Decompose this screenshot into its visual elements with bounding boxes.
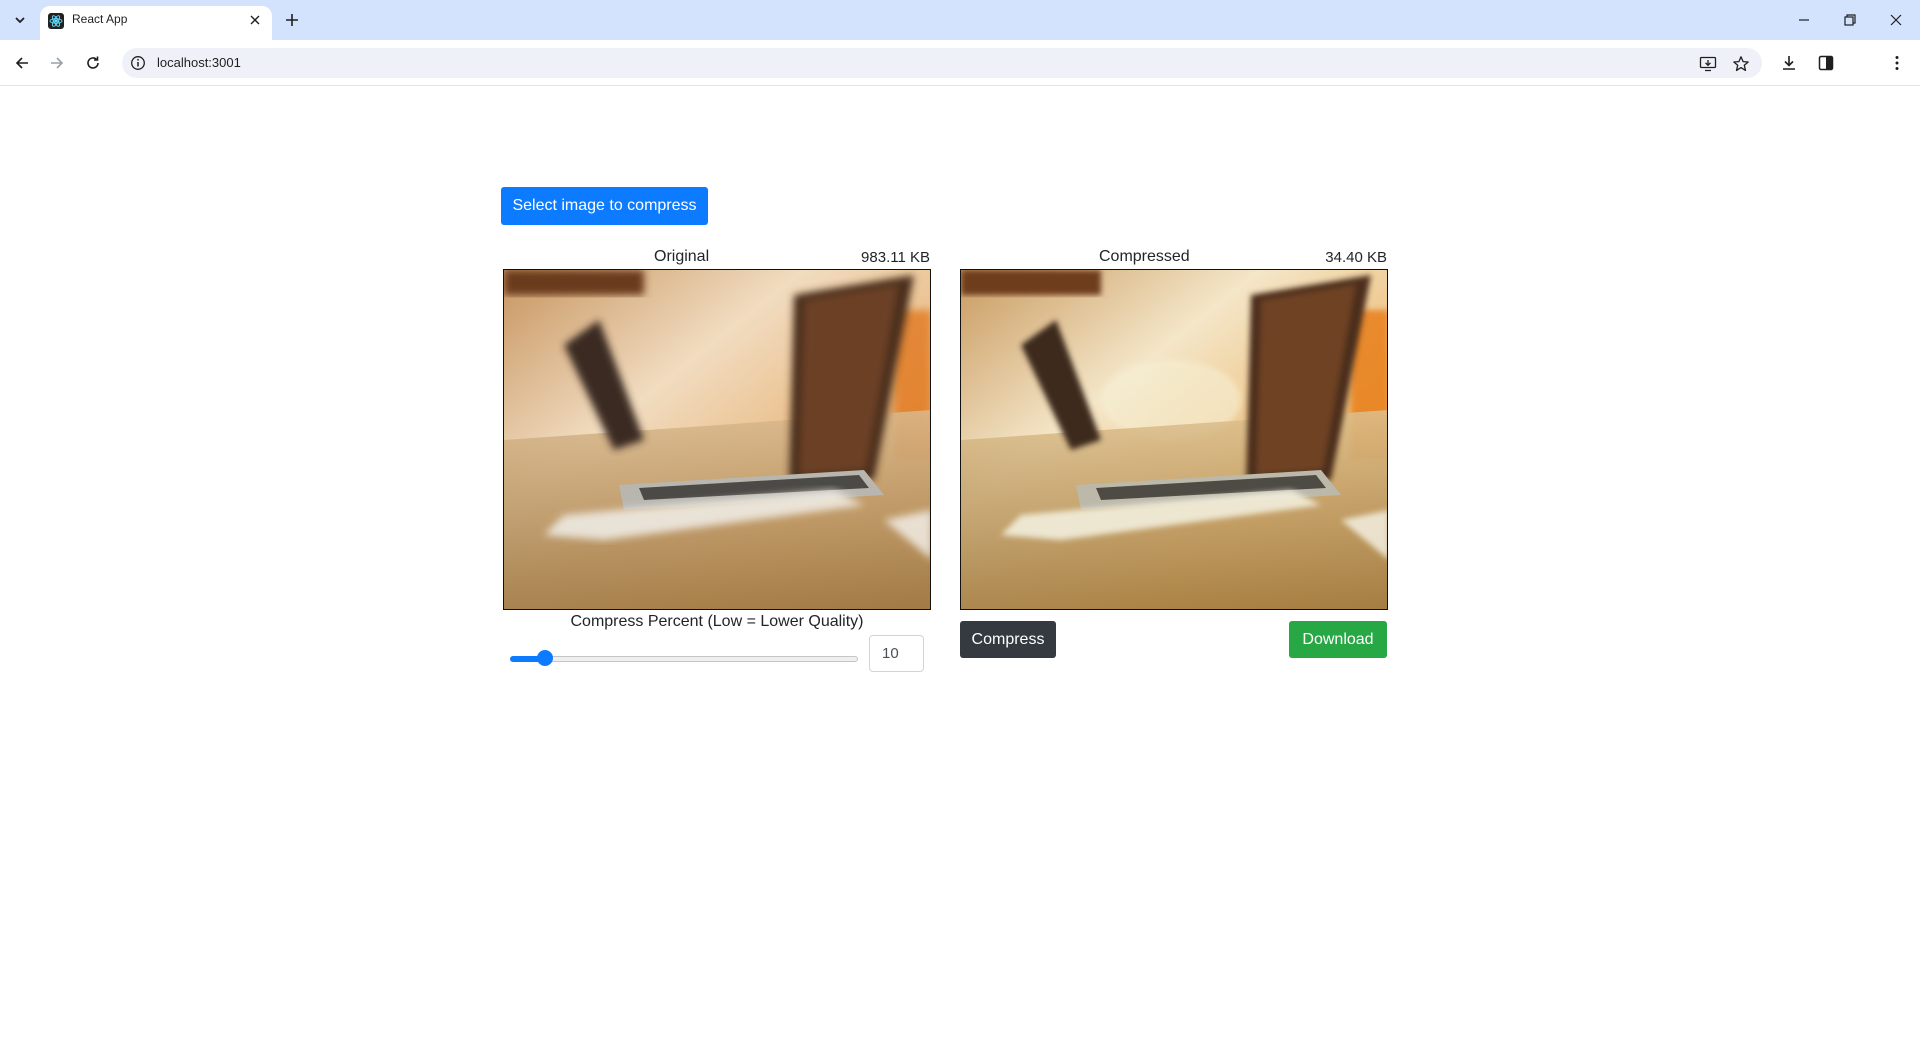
restore-icon	[1844, 14, 1856, 26]
download-icon	[1783, 56, 1795, 70]
close-icon	[1890, 14, 1902, 26]
tab-close-button[interactable]	[246, 11, 264, 29]
window-close-button[interactable]	[1882, 8, 1910, 32]
compressed-label: Compressed	[1099, 248, 1190, 265]
slider-thumb[interactable]	[536, 650, 553, 666]
more-vert-icon	[1895, 56, 1899, 70]
compress-percent-input[interactable]: 10	[869, 635, 924, 672]
tab-strip: React App	[0, 0, 1920, 40]
side-panel-icon	[1818, 55, 1834, 71]
star-icon[interactable]	[1732, 55, 1750, 73]
download-button[interactable]: Download	[1289, 621, 1387, 658]
reload-button[interactable]	[80, 50, 106, 76]
minimize-icon	[1799, 19, 1809, 21]
reload-icon	[87, 56, 99, 69]
minimize-button[interactable]	[1790, 8, 1818, 32]
address-bar[interactable]: localhost:3001	[122, 48, 1762, 78]
compressed-size: 34.40 KB	[1325, 249, 1387, 266]
install-app-icon[interactable]	[1699, 55, 1717, 73]
compress-slider[interactable]	[510, 656, 858, 662]
browser-toolbar: localhost:3001	[0, 40, 1920, 86]
info-icon[interactable]	[130, 55, 146, 71]
compressed-image	[960, 269, 1388, 610]
tab-title: React App	[72, 12, 128, 26]
original-image	[503, 269, 931, 610]
original-label: Original	[654, 248, 710, 265]
back-arrow-icon	[15, 57, 28, 69]
plus-icon	[286, 14, 298, 26]
close-icon	[250, 15, 260, 25]
downloads-button[interactable]	[1778, 52, 1800, 74]
browser-menu-button[interactable]	[1886, 52, 1908, 74]
forward-arrow-icon	[51, 57, 64, 69]
chevron-down-icon	[15, 17, 25, 24]
new-tab-button[interactable]	[282, 10, 302, 30]
compress-button[interactable]: Compress	[960, 621, 1056, 658]
url-text[interactable]: localhost:3001	[157, 55, 241, 70]
side-panel-button[interactable]	[1815, 52, 1837, 74]
react-icon	[48, 13, 64, 29]
tab-search-button[interactable]	[6, 8, 34, 32]
original-size: 983.11 KB	[861, 249, 930, 266]
restore-button[interactable]	[1836, 8, 1864, 32]
slider-caption: Compress Percent (Low = Lower Quality)	[570, 613, 864, 630]
forward-button[interactable]	[44, 50, 70, 76]
back-button[interactable]	[9, 50, 35, 76]
select-image-button[interactable]: Select image to compress	[501, 187, 708, 225]
